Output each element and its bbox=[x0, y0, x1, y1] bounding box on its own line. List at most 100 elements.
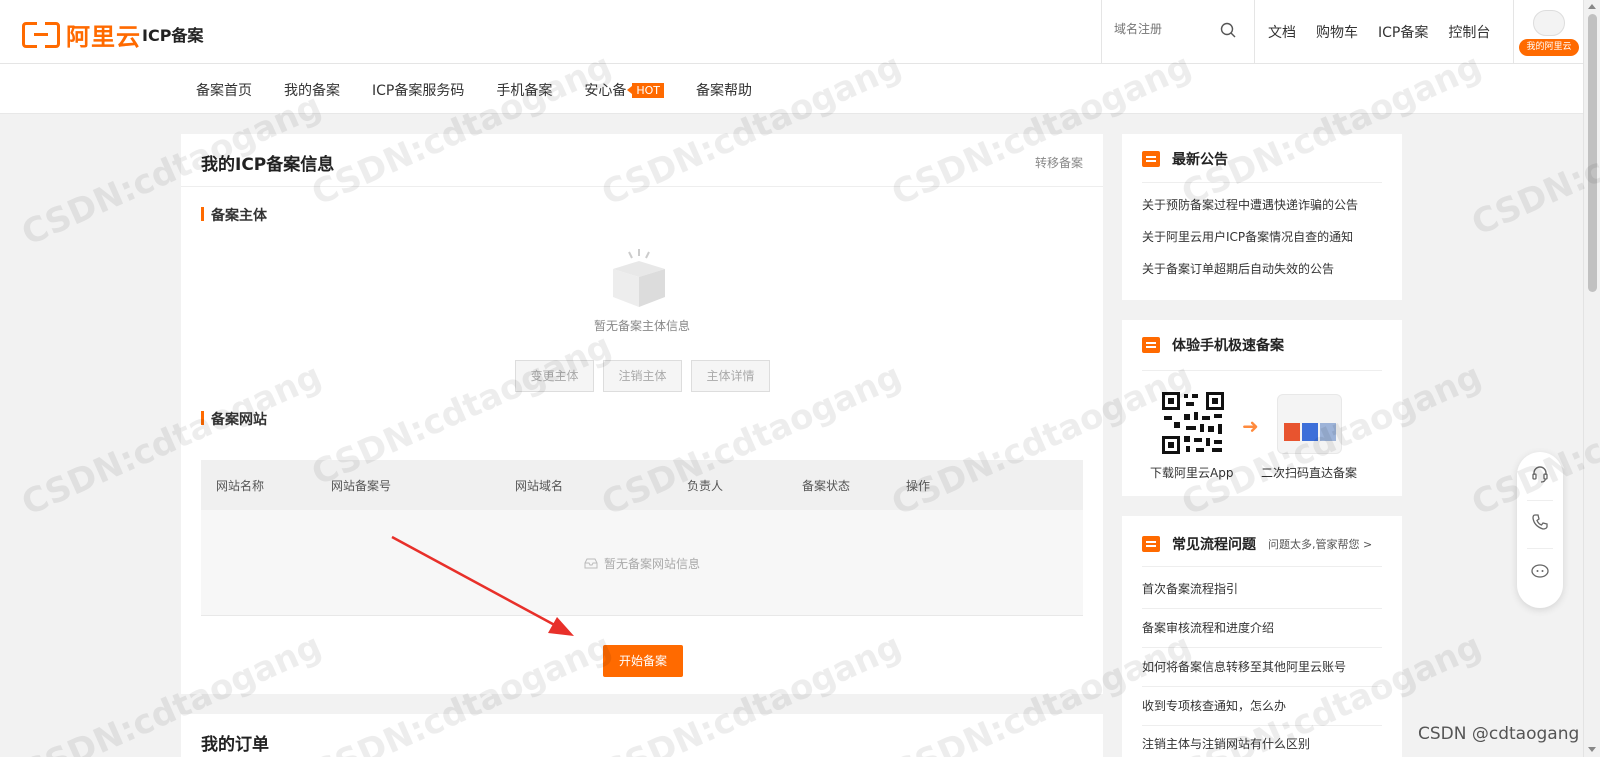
cancel-subject-button[interactable]: 注销主体 bbox=[603, 360, 682, 392]
divider bbox=[1142, 725, 1382, 726]
nav-anxinbei-label: 安心备 bbox=[584, 83, 627, 99]
website-empty-row: 暂无备案网站信息 bbox=[201, 555, 1083, 572]
nav-anxinbei[interactable]: 安心备 HOT bbox=[584, 80, 665, 100]
avatar-icon bbox=[1533, 10, 1565, 36]
divider bbox=[1142, 182, 1382, 183]
divider bbox=[181, 186, 1103, 187]
sub-navigation: 备案首页 我的备案 ICP备案服务码 手机备案 安心备 HOT 备案帮助 bbox=[0, 64, 1583, 114]
mobile-filing-title-text: 体验手机极速备案 bbox=[1172, 338, 1284, 354]
top-link-icp[interactable]: ICP备案 bbox=[1378, 22, 1428, 42]
orders-title: 我的订单 bbox=[201, 735, 269, 755]
chevron-right-icon: > bbox=[1363, 538, 1373, 551]
change-subject-button[interactable]: 变更主体 bbox=[515, 360, 594, 392]
csdn-watermark: CSDN @cdtaogang bbox=[1418, 724, 1580, 744]
mobile-filing-title: 体验手机极速备案 bbox=[1142, 335, 1284, 355]
col-owner: 负责人 bbox=[687, 479, 724, 493]
preview-card-red bbox=[1284, 423, 1300, 441]
phone-call-icon[interactable] bbox=[1530, 512, 1550, 532]
site-title: ICP备案 bbox=[142, 26, 204, 45]
subject-actions: 变更主体 注销主体 主体详情 bbox=[515, 360, 770, 392]
col-actions: 操作 bbox=[906, 479, 931, 493]
subject-empty-text: 暂无备案主体信息 bbox=[593, 319, 690, 333]
preview-card-blue bbox=[1302, 423, 1318, 441]
faq-more-link[interactable]: 问题太多,管家帮您 > bbox=[1268, 536, 1372, 552]
customer-service-icon[interactable] bbox=[1530, 464, 1550, 484]
top-link-docs[interactable]: 文档 bbox=[1268, 22, 1296, 42]
divider bbox=[1142, 370, 1382, 371]
subject-details-button[interactable]: 主体详情 bbox=[691, 360, 770, 392]
scan-caption: 二次扫码直达备案 bbox=[1261, 466, 1358, 480]
account-menu[interactable]: 我的阿里云 bbox=[1513, 0, 1583, 63]
faq-item[interactable]: 如何将备案信息转移至其他阿里云账号 bbox=[1142, 658, 1346, 675]
notice-item[interactable]: 关于备案订单超期后自动失效的公告 bbox=[1142, 260, 1334, 277]
logo-text: 阿里云 bbox=[66, 23, 141, 51]
notice-item[interactable]: 关于预防备案过程中遭遇快递诈骗的公告 bbox=[1142, 196, 1358, 213]
faq-item[interactable]: 注销主体与注销网站有什么区别 bbox=[1142, 735, 1310, 752]
nav-home[interactable]: 备案首页 bbox=[196, 80, 252, 100]
faq-item[interactable]: 首次备案流程指引 bbox=[1142, 580, 1238, 597]
website-table-header: 网站名称 网站备案号 网站域名 负责人 备案状态 操作 bbox=[201, 460, 1083, 510]
notice-icon bbox=[1142, 151, 1160, 167]
faq-card: 常见流程问题 问题太多,管家帮您 > 首次备案流程指引 备案审核流程和进度介绍 … bbox=[1122, 516, 1402, 757]
aliyun-logo[interactable]: 阿里云 bbox=[22, 17, 141, 52]
download-app-caption: 下载阿里云App bbox=[1150, 466, 1234, 480]
empty-box-icon bbox=[613, 249, 665, 307]
preview-card-light bbox=[1320, 423, 1336, 441]
faq-title-text: 常见流程问题 bbox=[1172, 537, 1256, 553]
col-domain: 网站域名 bbox=[515, 479, 564, 493]
page-scrollbar[interactable] bbox=[1583, 0, 1600, 757]
mobile-app-preview bbox=[1277, 394, 1342, 454]
website-table-body: 暂无备案网站信息 bbox=[201, 510, 1083, 616]
notice-title: 最新公告 bbox=[1142, 149, 1228, 169]
search-input[interactable] bbox=[1114, 22, 1214, 36]
col-site-name: 网站名称 bbox=[216, 479, 265, 493]
icp-info-card: 我的ICP备案信息 转移备案 备案主体 暂无备案主体信息 变更主体 注销主体 主… bbox=[181, 134, 1103, 694]
divider bbox=[1142, 686, 1382, 687]
top-link-console[interactable]: 控制台 bbox=[1448, 22, 1490, 42]
aliyun-logo-icon bbox=[22, 20, 60, 49]
divider bbox=[1142, 608, 1382, 609]
qr-code-icon bbox=[1160, 390, 1226, 456]
website-section-title: 备案网站 bbox=[201, 409, 267, 429]
faq-item[interactable]: 收到专项核查通知，怎么办 bbox=[1142, 697, 1286, 714]
faq-item[interactable]: 备案审核流程和进度介绍 bbox=[1142, 619, 1274, 636]
my-orders-card: 我的订单 bbox=[181, 714, 1103, 757]
scroll-down-icon[interactable] bbox=[1588, 747, 1596, 752]
search-icon[interactable] bbox=[1220, 22, 1236, 38]
nav-help[interactable]: 备案帮助 bbox=[696, 80, 752, 100]
notice-card: 最新公告 关于预防备案过程中遭遇快递诈骗的公告 关于阿里云用户ICP备案情况自查… bbox=[1122, 134, 1402, 300]
divider bbox=[1527, 548, 1553, 549]
page-title: 我的ICP备案信息 bbox=[201, 155, 335, 175]
assistant-icon[interactable] bbox=[1530, 560, 1550, 580]
divider bbox=[1142, 647, 1382, 648]
search-box bbox=[1101, 0, 1255, 63]
start-filing-button[interactable]: 开始备案 bbox=[603, 645, 683, 677]
notice-title-text: 最新公告 bbox=[1172, 152, 1228, 168]
top-link-cart[interactable]: 购物车 bbox=[1316, 22, 1358, 42]
top-header: 阿里云 ICP备案 文档 购物车 ICP备案 控制台 我的阿里云 bbox=[0, 0, 1583, 64]
faq-title: 常见流程问题 问题太多,管家帮您 > bbox=[1142, 534, 1372, 554]
subject-section-title: 备案主体 bbox=[201, 205, 267, 225]
chat-icon bbox=[1142, 536, 1160, 552]
my-aliyun-badge[interactable]: 我的阿里云 bbox=[1519, 39, 1579, 56]
website-empty-text: 暂无备案网站信息 bbox=[603, 557, 700, 571]
scroll-thumb[interactable] bbox=[1588, 14, 1597, 292]
top-links: 文档 购物车 ICP备案 控制台 bbox=[1268, 22, 1490, 42]
faq-more-text: 问题太多,管家帮您 bbox=[1268, 538, 1360, 551]
floating-toolbar bbox=[1517, 452, 1563, 608]
hot-badge: HOT bbox=[627, 82, 665, 98]
nav-mobile-filing[interactable]: 手机备案 bbox=[496, 80, 552, 100]
divider bbox=[1142, 566, 1382, 567]
arrow-right-icon: ➜ bbox=[1242, 414, 1259, 438]
scroll-up-icon[interactable] bbox=[1588, 4, 1596, 9]
transfer-filing-link[interactable]: 转移备案 bbox=[1035, 154, 1083, 171]
divider bbox=[1527, 500, 1553, 501]
col-status: 备案状态 bbox=[802, 479, 851, 493]
nav-my-filing[interactable]: 我的备案 bbox=[284, 80, 340, 100]
notice-item[interactable]: 关于阿里云用户ICP备案情况自查的通知 bbox=[1142, 228, 1353, 245]
inbox-icon bbox=[584, 558, 598, 569]
phone-icon bbox=[1142, 337, 1160, 353]
mobile-filing-card: 体验手机极速备案 ➜ 下载阿里云App 二次扫码直达备案 bbox=[1122, 320, 1402, 496]
col-filing-number: 网站备案号 bbox=[331, 479, 392, 493]
nav-service-code[interactable]: ICP备案服务码 bbox=[372, 80, 464, 100]
